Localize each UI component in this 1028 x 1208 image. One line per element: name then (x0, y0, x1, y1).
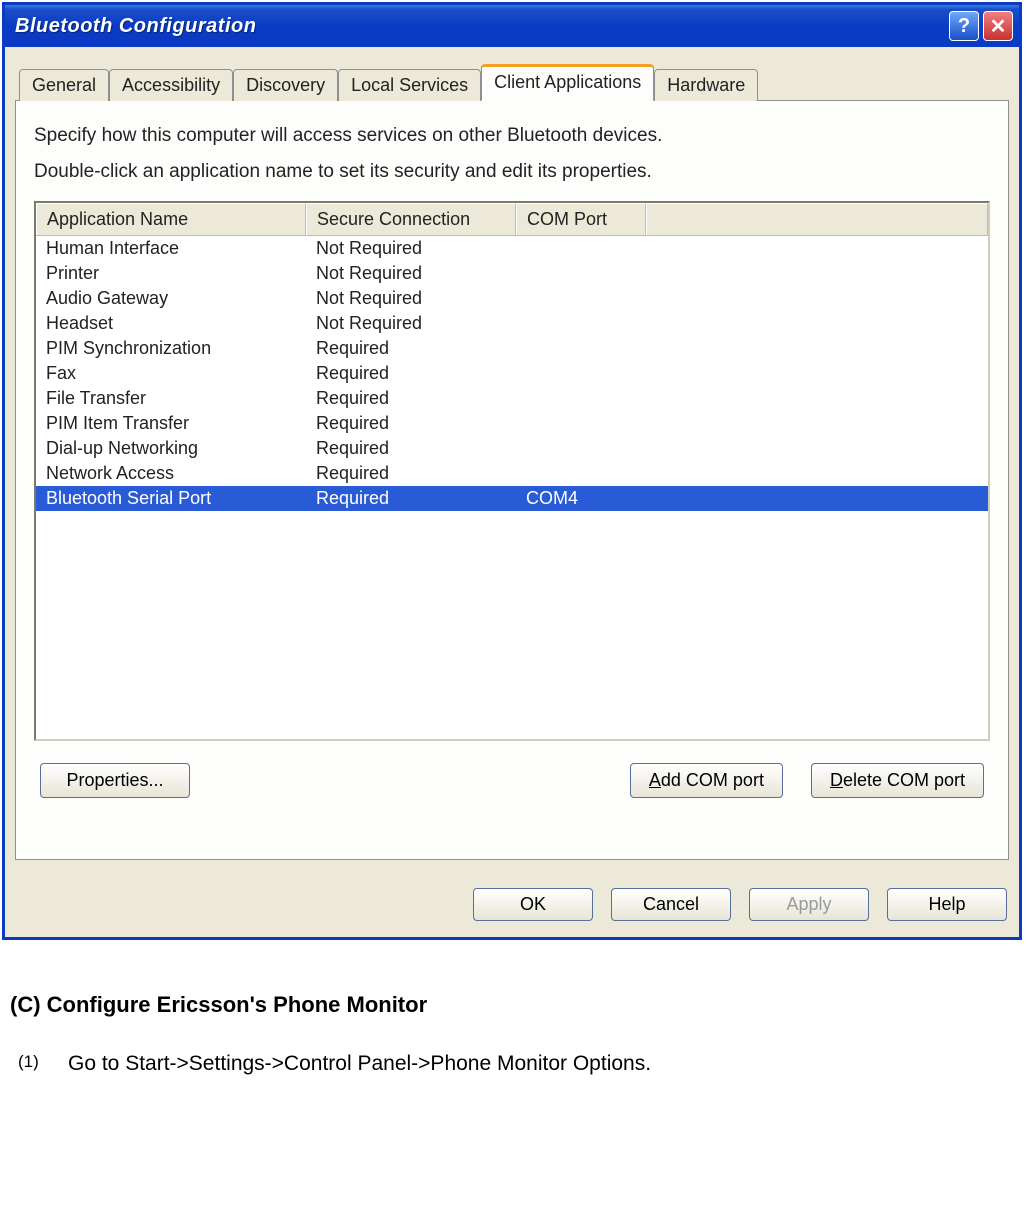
column-header-name[interactable]: Application Name (36, 203, 306, 235)
close-icon[interactable]: ✕ (983, 11, 1013, 41)
panel-action-row: Properties... Add COM port Delete COM po… (34, 763, 990, 798)
add-com-port-button[interactable]: Add COM port (630, 763, 783, 798)
window-title: Bluetooth Configuration (15, 15, 945, 38)
doc-step: (1) Go to Start->Settings->Control Panel… (10, 1052, 1018, 1076)
column-header-secure[interactable]: Secure Connection (306, 203, 516, 235)
listview-header: Application Name Secure Connection COM P… (36, 203, 988, 236)
tab-general[interactable]: General (19, 69, 109, 101)
list-item[interactable]: Audio Gateway Not Required (36, 286, 988, 311)
dialog-window: Bluetooth Configuration ? ✕ General Acce… (2, 2, 1022, 940)
dialog-button-row: OK Cancel Apply Help (5, 870, 1019, 937)
doc-heading: (C) Configure Ericsson's Phone Monitor (10, 992, 1018, 1018)
tab-accessibility[interactable]: Accessibility (109, 69, 233, 101)
column-header-port[interactable]: COM Port (516, 203, 646, 235)
tab-local-services[interactable]: Local Services (338, 69, 481, 101)
list-item[interactable]: PIM Synchronization Required (36, 336, 988, 361)
list-item[interactable]: Printer Not Required (36, 261, 988, 286)
doc-step-text: Go to Start->Settings->Control Panel->Ph… (68, 1052, 651, 1076)
help-icon[interactable]: ? (949, 11, 979, 41)
tab-client-applications[interactable]: Client Applications (481, 64, 654, 101)
ok-button[interactable]: OK (473, 888, 593, 921)
list-item[interactable]: Human Interface Not Required (36, 236, 988, 261)
column-header-spacer (646, 203, 988, 235)
listview-body: Human Interface Not Required Printer Not… (36, 236, 988, 511)
list-item[interactable]: Fax Required (36, 361, 988, 386)
tab-hardware[interactable]: Hardware (654, 69, 758, 101)
tabstrip: General Accessibility Discovery Local Se… (15, 63, 1009, 100)
document-text: (C) Configure Ericsson's Phone Monitor (… (0, 942, 1028, 1096)
apply-button: Apply (749, 888, 869, 921)
list-item[interactable]: PIM Item Transfer Required (36, 411, 988, 436)
list-item[interactable]: Dial-up Networking Required (36, 436, 988, 461)
doc-step-number: (1) (18, 1052, 48, 1076)
delete-com-port-button[interactable]: Delete COM port (811, 763, 984, 798)
list-item[interactable]: Network Access Required (36, 461, 988, 486)
client-area: General Accessibility Discovery Local Se… (5, 47, 1019, 870)
properties-button[interactable]: Properties... (40, 763, 190, 798)
titlebar: Bluetooth Configuration ? ✕ (5, 5, 1019, 47)
instruction-text-1: Specify how this computer will access se… (34, 125, 990, 147)
list-item-selected[interactable]: Bluetooth Serial Port Required COM4 (36, 486, 988, 511)
help-button[interactable]: Help (887, 888, 1007, 921)
list-item[interactable]: File Transfer Required (36, 386, 988, 411)
tab-panel: Specify how this computer will access se… (15, 100, 1009, 860)
tab-discovery[interactable]: Discovery (233, 69, 338, 101)
instruction-text-2: Double-click an application name to set … (34, 161, 990, 183)
cancel-button[interactable]: Cancel (611, 888, 731, 921)
list-item[interactable]: Headset Not Required (36, 311, 988, 336)
applications-listview[interactable]: Application Name Secure Connection COM P… (34, 201, 990, 741)
